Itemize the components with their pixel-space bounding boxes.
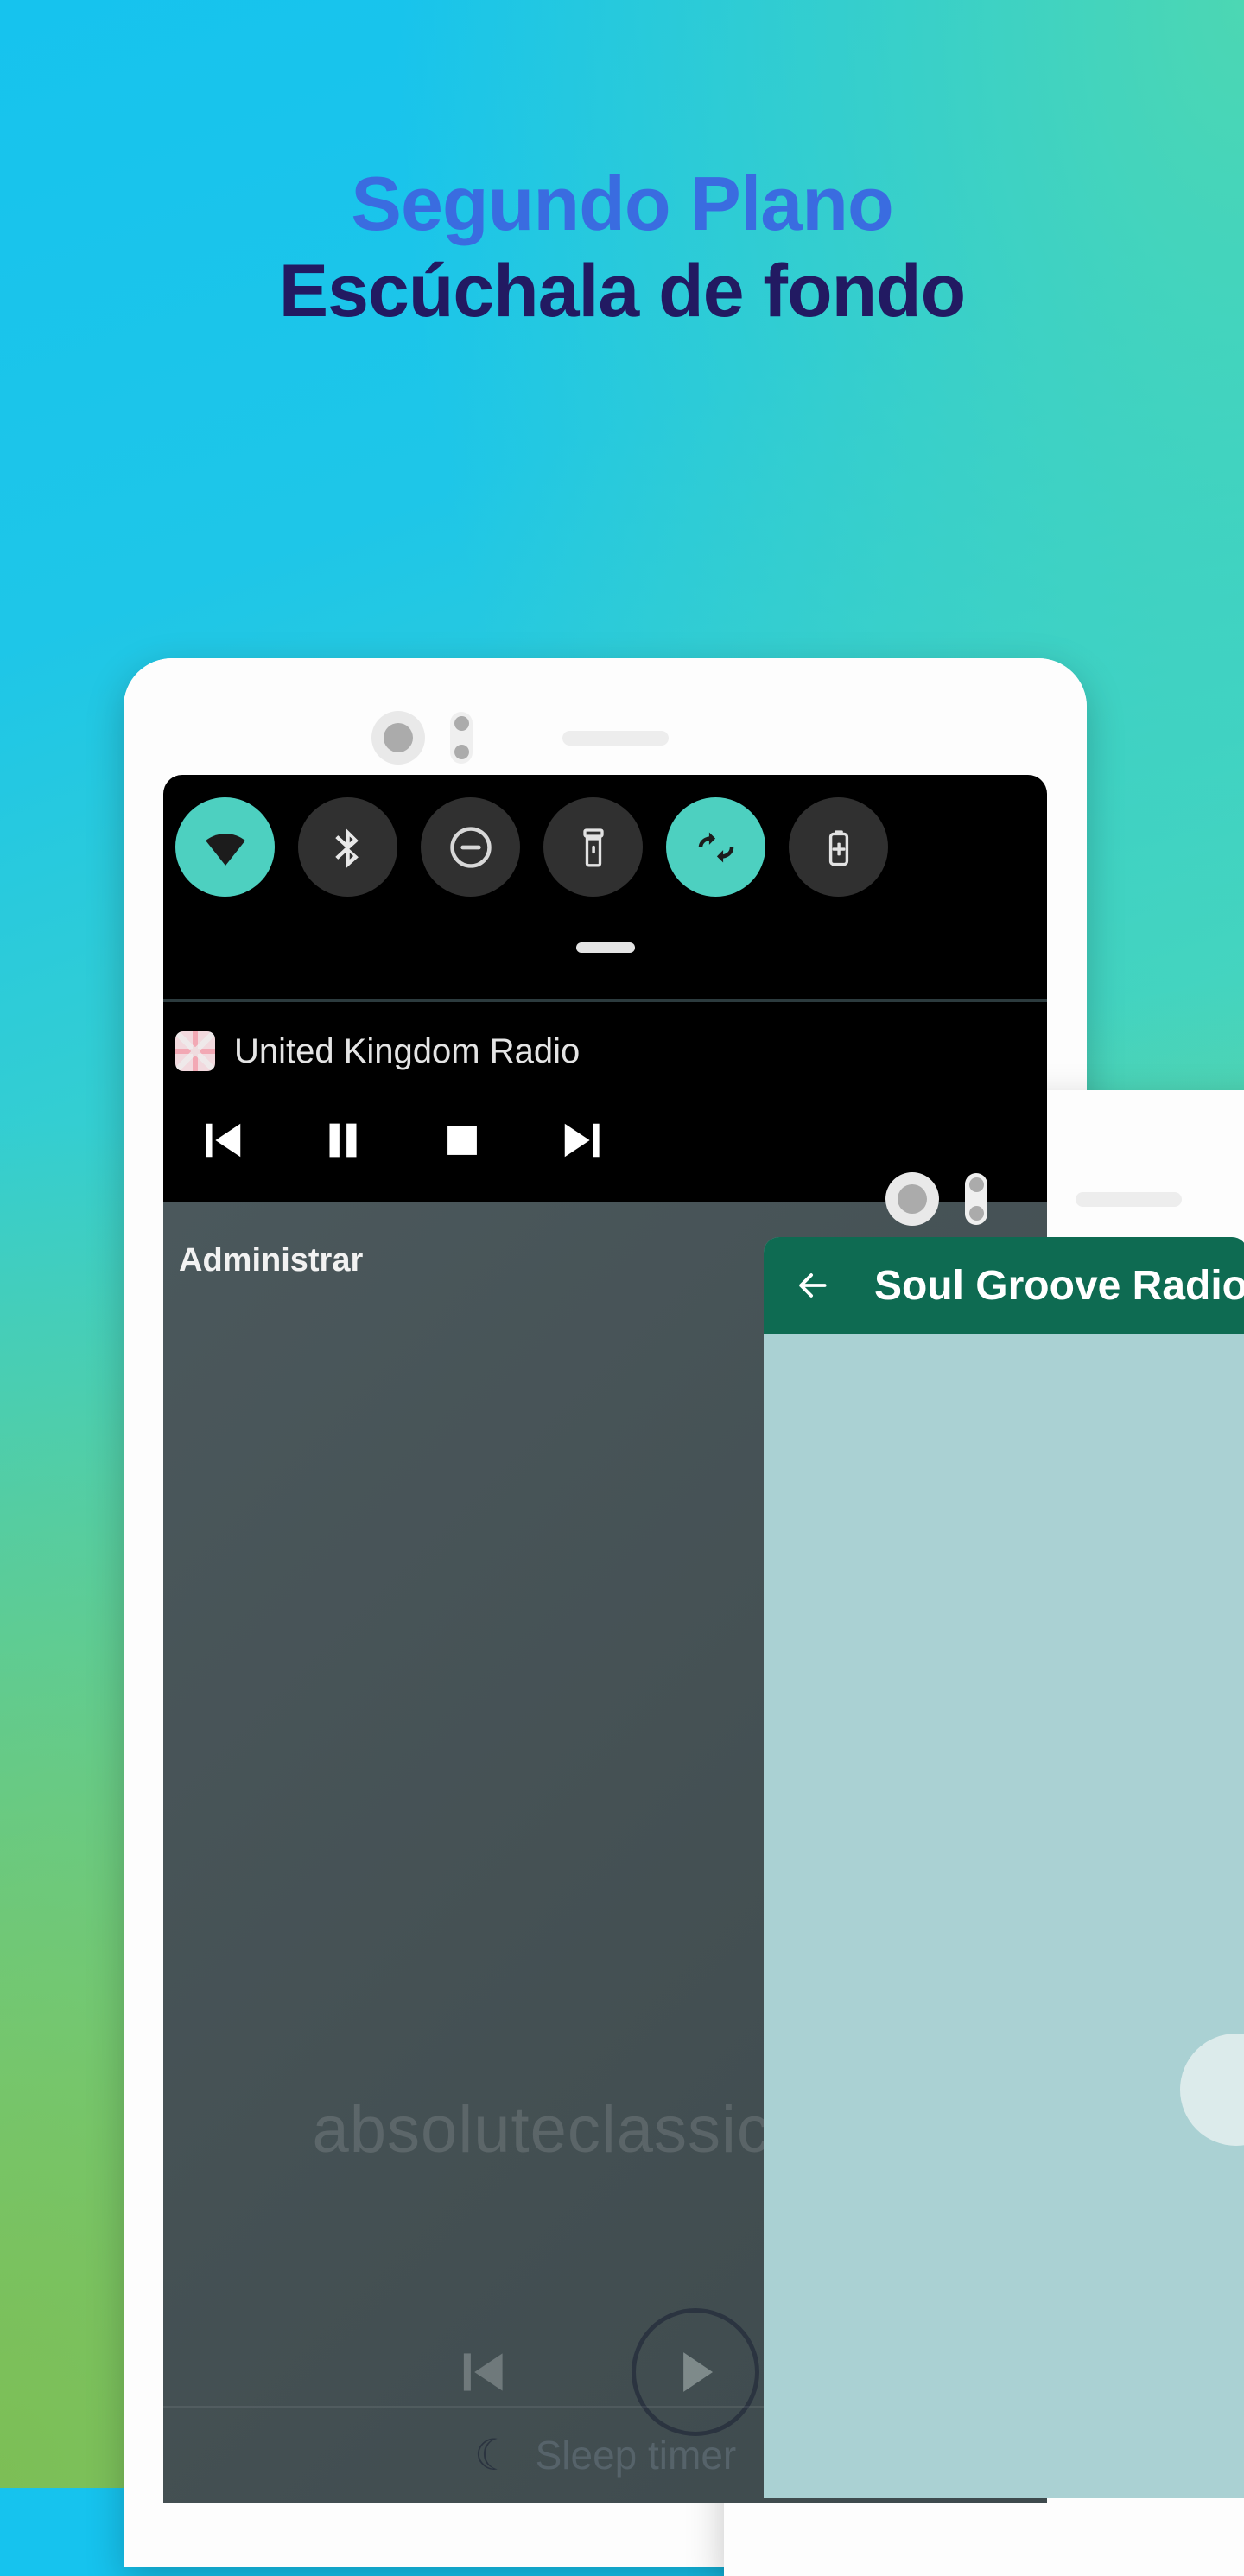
moon-icon: ☾ xyxy=(473,2431,513,2479)
auto-rotate-icon xyxy=(698,831,733,863)
earpiece-speaker-icon xyxy=(1076,1192,1182,1207)
media-notification-header: United Kingdom Radio xyxy=(175,1031,1035,1071)
quick-settings-row xyxy=(163,775,1047,897)
bluetooth-icon xyxy=(334,828,359,868)
shade-drag-handle-area[interactable] xyxy=(163,897,1047,999)
earpiece-speaker-icon xyxy=(562,731,669,746)
pause-icon xyxy=(329,1123,357,1158)
station-detail-body xyxy=(764,1334,1244,2498)
front-camera-icon xyxy=(371,711,425,765)
playback-previous-button[interactable] xyxy=(452,2340,516,2404)
page-title: Segundo Plano Escúchala de fondo xyxy=(0,162,1244,333)
app-bar: Soul Groove Radio xyxy=(764,1237,1244,1334)
arrow-left-icon[interactable] xyxy=(793,1263,831,1308)
manage-section-label: Administrar xyxy=(179,1242,364,1278)
stop-icon xyxy=(447,1126,477,1155)
app-bar-title: Soul Groove Radio xyxy=(873,1262,1244,1309)
skip-previous-icon xyxy=(463,2353,503,2391)
wifi-icon xyxy=(205,833,245,866)
proximity-sensor-icon xyxy=(450,712,473,764)
media-station-title: United Kingdom Radio xyxy=(234,1031,581,1070)
previous-button[interactable] xyxy=(193,1109,255,1171)
battery-saver-icon xyxy=(828,829,848,866)
flashlight-icon xyxy=(582,828,604,866)
play-fab[interactable] xyxy=(1180,2034,1244,2146)
united-kingdom-flag-icon xyxy=(175,1031,215,1071)
headline-line-2: Escúchala de fondo xyxy=(278,250,966,333)
pause-button[interactable] xyxy=(312,1109,374,1171)
flashlight-tile[interactable] xyxy=(543,797,643,897)
skip-previous-icon xyxy=(206,1123,241,1158)
wifi-tile[interactable] xyxy=(175,797,275,897)
stop-button[interactable] xyxy=(431,1109,493,1171)
sleep-timer-label: Sleep timer xyxy=(535,2433,737,2478)
front-camera-icon xyxy=(885,1172,939,1226)
phone-screen-front: Soul Groove Radio xyxy=(764,1237,1244,2498)
battery-saver-tile[interactable] xyxy=(789,797,888,897)
drag-handle[interactable] xyxy=(575,942,635,953)
skip-next-icon xyxy=(564,1123,600,1158)
proximity-sensor-icon xyxy=(965,1173,987,1225)
do-not-disturb-icon xyxy=(449,826,492,868)
play-icon xyxy=(682,2352,713,2392)
bluetooth-tile[interactable] xyxy=(298,797,397,897)
next-button[interactable] xyxy=(550,1109,612,1171)
auto-rotate-tile[interactable] xyxy=(666,797,765,897)
media-controls xyxy=(175,1109,1035,1171)
do-not-disturb-tile[interactable] xyxy=(421,797,520,897)
headline-line-1: Segundo Plano xyxy=(351,161,893,246)
